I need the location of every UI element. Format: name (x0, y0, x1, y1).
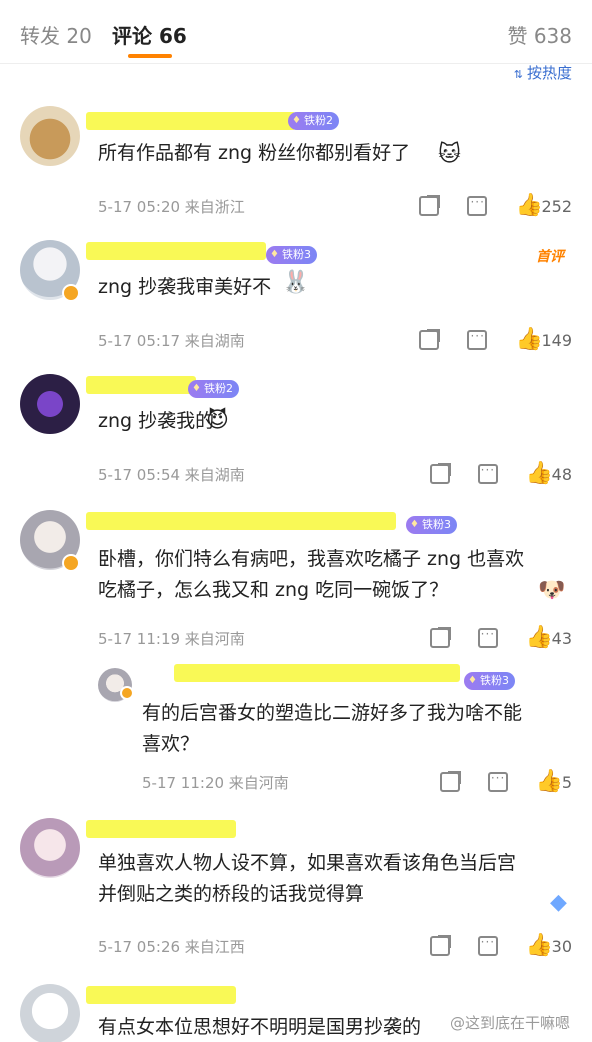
comment-text-line: 有的后宫番女的塑造比二游好多了我为啥不能 (142, 702, 523, 724)
avatar[interactable] (20, 984, 80, 1042)
kuromi-sticker-icon: 😈 (206, 408, 229, 433)
like-count: 149 (541, 330, 572, 350)
reply-icon[interactable] (477, 463, 498, 484)
dog-sticker-icon: 🐶 (538, 578, 566, 603)
tab-repost[interactable]: 转发 20 (20, 20, 92, 49)
avatar[interactable] (20, 106, 80, 166)
first-comment-tag: 首评 (536, 249, 564, 265)
like-icon[interactable]: 👍 (526, 627, 553, 649)
verified-badge-icon (120, 686, 134, 700)
like-icon[interactable]: 👍 (526, 463, 553, 485)
comment-actions: 👍 252 (391, 194, 572, 218)
comment-text: zng 抄袭我的 (98, 410, 215, 432)
reply-icon[interactable] (477, 935, 498, 956)
like-count: 43 (551, 628, 572, 648)
sort-label: 按热度 (526, 64, 572, 82)
comment-text-line: 吃橘子，怎么我又和 zng 吃同一碗饭了？ (98, 579, 449, 601)
username[interactable] (86, 820, 236, 838)
like-count: 30 (551, 936, 572, 956)
comment-tabs: 转发 20 评论 66 赞 638 (0, 0, 592, 64)
comment-text: 有点女本位思想好不明明是国男抄袭的 (98, 1016, 422, 1038)
like-icon[interactable]: 👍 (515, 195, 542, 217)
comment-meta: 5-17 11:20 来自河南 (142, 774, 289, 792)
fan-badge: 铁粉2 (188, 380, 239, 398)
username[interactable] (86, 376, 196, 394)
comment-actions: 👍 30 (402, 934, 572, 958)
reply-icon[interactable] (487, 771, 508, 792)
like-count: 252 (541, 196, 572, 216)
comment-actions: 👍 43 (402, 626, 572, 650)
tab-comment[interactable]: 评论 66 (112, 20, 187, 49)
username[interactable] (86, 512, 396, 530)
comment-actions: 👍 48 (402, 462, 572, 486)
fan-badge: 铁粉2 (288, 112, 339, 130)
diamond-sticker-icon: ◆ (550, 890, 567, 915)
like-count: 5 (561, 772, 572, 792)
watermark: @这到底在干嘛嗯 (449, 1014, 570, 1032)
fan-badge: 铁粉3 (406, 516, 457, 534)
reply-icon[interactable] (477, 627, 498, 648)
like-icon[interactable]: 👍 (536, 771, 563, 793)
username[interactable] (86, 986, 236, 1004)
comment-meta: 5-17 05:20 来自浙江 (98, 198, 245, 216)
username[interactable] (86, 242, 266, 260)
fan-badge: 铁粉3 (266, 246, 317, 264)
comment-meta: 5-17 05:17 来自湖南 (98, 332, 245, 350)
active-tab-indicator (128, 54, 172, 58)
comment-text-line: 并倒贴之类的桥段的话我觉得算 (98, 883, 365, 905)
bunny-sticker-icon: 🐰 (282, 270, 310, 295)
comment-meta: 5-17 05:54 来自湖南 (98, 466, 245, 484)
tab-like[interactable]: 赞 638 (507, 20, 572, 49)
reply-icon[interactable] (467, 195, 488, 216)
verified-badge-icon (62, 554, 80, 572)
comment-actions: 👍 5 (412, 770, 572, 794)
comment-actions: 👍 149 (391, 328, 572, 352)
like-icon[interactable]: 👍 (515, 329, 542, 351)
share-icon[interactable] (429, 936, 450, 956)
username[interactable] (86, 112, 296, 130)
username[interactable] (174, 664, 460, 682)
fan-badge: 铁粉3 (464, 672, 515, 690)
comment-text: 所有作品都有 zng 粉丝你都别看好了 (98, 142, 411, 164)
avatar[interactable] (20, 818, 80, 878)
share-icon[interactable] (419, 330, 440, 350)
sort-arrows-icon: ⇅ (513, 68, 523, 81)
comment-meta: 5-17 05:26 来自江西 (98, 938, 245, 956)
comment-text-line: 单独喜欢人物人设不算，如果喜欢看该角色当后宫 (98, 852, 517, 874)
verified-badge-icon (62, 284, 80, 302)
share-icon[interactable] (439, 772, 460, 792)
like-icon[interactable]: 👍 (526, 935, 553, 957)
comment-text-line: 喜欢？ (142, 733, 200, 755)
cat-sticker-icon: 🐱 (438, 142, 461, 167)
like-count: 48 (551, 464, 572, 484)
comment-meta: 5-17 11:19 来自河南 (98, 630, 245, 648)
sort-button[interactable]: ⇅ 按热度 (514, 62, 572, 83)
share-icon[interactable] (429, 464, 450, 484)
reply-icon[interactable] (467, 329, 488, 350)
share-icon[interactable] (429, 628, 450, 648)
comment-text: zng 抄袭我审美好不 (98, 276, 272, 298)
avatar[interactable] (20, 374, 80, 434)
share-icon[interactable] (419, 196, 440, 216)
comment-text-line: 卧槽，你们特么有病吧，我喜欢吃橘子 zng 也喜欢 (98, 548, 525, 570)
